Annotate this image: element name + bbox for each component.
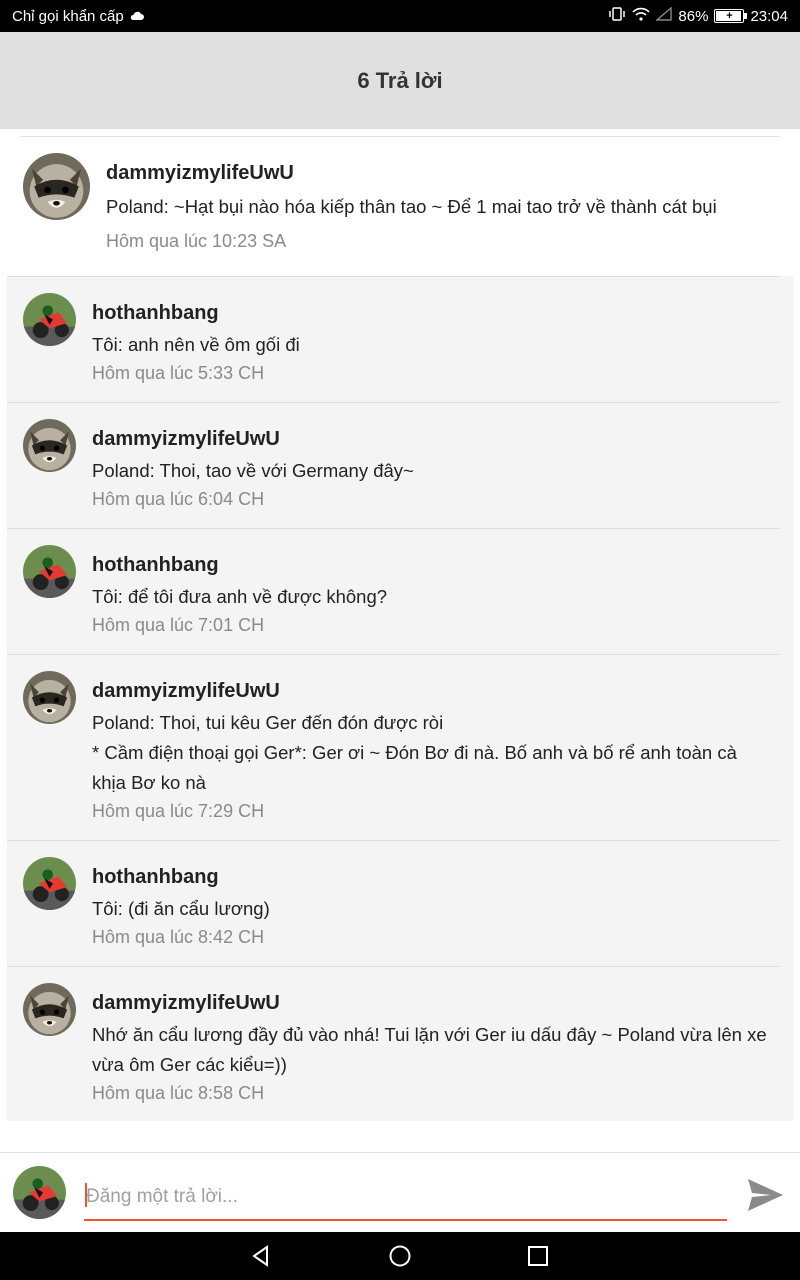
reply-text: vừa ôm Ger các kiểu=))	[92, 1054, 287, 1075]
reply-text: * Cầm điện thoại gọi Ger*: Ger ơi ~ Đón …	[92, 742, 737, 763]
reply-text: Poland: Thoi, tui kêu Ger đến đón được r…	[92, 712, 444, 733]
list-item: hothanhbang Tôi: để tôi đưa anh về được …	[7, 528, 793, 654]
thread-content[interactable]: dammyizmylifeUwU Poland: ~Hạt bụi nào hó…	[0, 129, 800, 1152]
original-post: dammyizmylifeUwU Poland: ~Hạt bụi nào hó…	[0, 137, 800, 276]
battery-icon: +	[714, 9, 748, 23]
reply-text: Tôi: anh nên về ôm gối đi	[92, 334, 300, 355]
signal-icon	[655, 6, 673, 25]
reply-text: khịa Bơ ko nà	[92, 772, 206, 793]
reply-input[interactable]	[84, 1175, 727, 1221]
reply-author[interactable]: hothanhbang	[92, 302, 219, 325]
reply-text: Nhớ ăn cẩu lương đầy đủ vào nhá! Tui lặn…	[92, 1024, 767, 1045]
raccoon-avatar[interactable]	[23, 419, 76, 472]
reply-time: Hôm qua lúc 7:01 CH	[92, 615, 265, 635]
send-icon[interactable]	[745, 1175, 785, 1215]
reply-time: Hôm qua lúc 8:58 CH	[92, 1083, 265, 1103]
wifi-icon	[632, 7, 651, 25]
raccoon-avatar[interactable]	[23, 983, 76, 1036]
carrier-text: Chỉ gọi khẩn cấp	[12, 7, 124, 25]
reply-time: Hôm qua lúc 6:04 CH	[92, 489, 265, 509]
reply-time: Hôm qua lúc 7:29 CH	[92, 801, 265, 821]
status-bar: Chỉ gọi khẩn cấp 86% + 23:04	[0, 0, 800, 32]
reply-time: Hôm qua lúc 5:33 CH	[92, 363, 265, 383]
page-title: 6 Trả lời	[357, 67, 443, 93]
nav-bar	[0, 1232, 800, 1280]
raccoon-avatar[interactable]	[23, 671, 76, 724]
list-item: dammyizmylifeUwU Poland: Thoi, tui kêu G…	[7, 654, 793, 840]
reply-time: Hôm qua lúc 8:42 CH	[92, 927, 265, 947]
post-text: Poland: ~Hạt bụi nào hóa kiếp thân tao ~…	[106, 196, 717, 217]
list-item: hothanhbang Tôi: (đi ăn cẩu lương) Hôm q…	[7, 840, 793, 966]
reply-list: hothanhbang Tôi: anh nên về ôm gối đi Hô…	[7, 276, 793, 1121]
reply-composer	[0, 1152, 800, 1232]
vibrate-icon	[608, 7, 626, 25]
list-item: dammyizmylifeUwU Nhớ ăn cẩu lương đầy đủ…	[7, 966, 793, 1121]
list-item: dammyizmylifeUwU Poland: Thoi, tao về vớ…	[7, 402, 793, 528]
reply-text: Tôi: (đi ăn cẩu lương)	[92, 898, 270, 919]
reply-author[interactable]: hothanhbang	[92, 866, 219, 889]
text-caret	[85, 1183, 87, 1207]
post-author[interactable]: dammyizmylifeUwU	[106, 162, 294, 185]
reply-author[interactable]: dammyizmylifeUwU	[92, 992, 280, 1015]
header: 6 Trả lời	[0, 32, 800, 129]
reply-author[interactable]: hothanhbang	[92, 554, 219, 577]
reply-author[interactable]: dammyizmylifeUwU	[92, 428, 280, 451]
motorbike-avatar[interactable]	[23, 857, 76, 910]
cloud-icon	[130, 8, 144, 25]
home-icon[interactable]	[388, 1244, 412, 1268]
motorbike-avatar[interactable]	[23, 293, 76, 346]
reply-text: Tôi: để tôi đưa anh về được không?	[92, 586, 388, 607]
reply-author[interactable]: dammyizmylifeUwU	[92, 680, 280, 703]
motorbike-avatar[interactable]	[23, 545, 76, 598]
back-icon[interactable]	[249, 1244, 273, 1268]
raccoon-avatar[interactable]	[23, 153, 90, 220]
clock: 23:04	[750, 7, 788, 25]
post-time: Hôm qua lúc 10:23 SA	[106, 231, 287, 251]
battery-percent: 86%	[678, 7, 709, 25]
motorbike-avatar	[13, 1166, 66, 1219]
reply-text: Poland: Thoi, tao về với Germany đây~	[92, 460, 414, 481]
recents-icon[interactable]	[526, 1244, 550, 1268]
list-item: hothanhbang Tôi: anh nên về ôm gối đi Hô…	[7, 276, 793, 402]
